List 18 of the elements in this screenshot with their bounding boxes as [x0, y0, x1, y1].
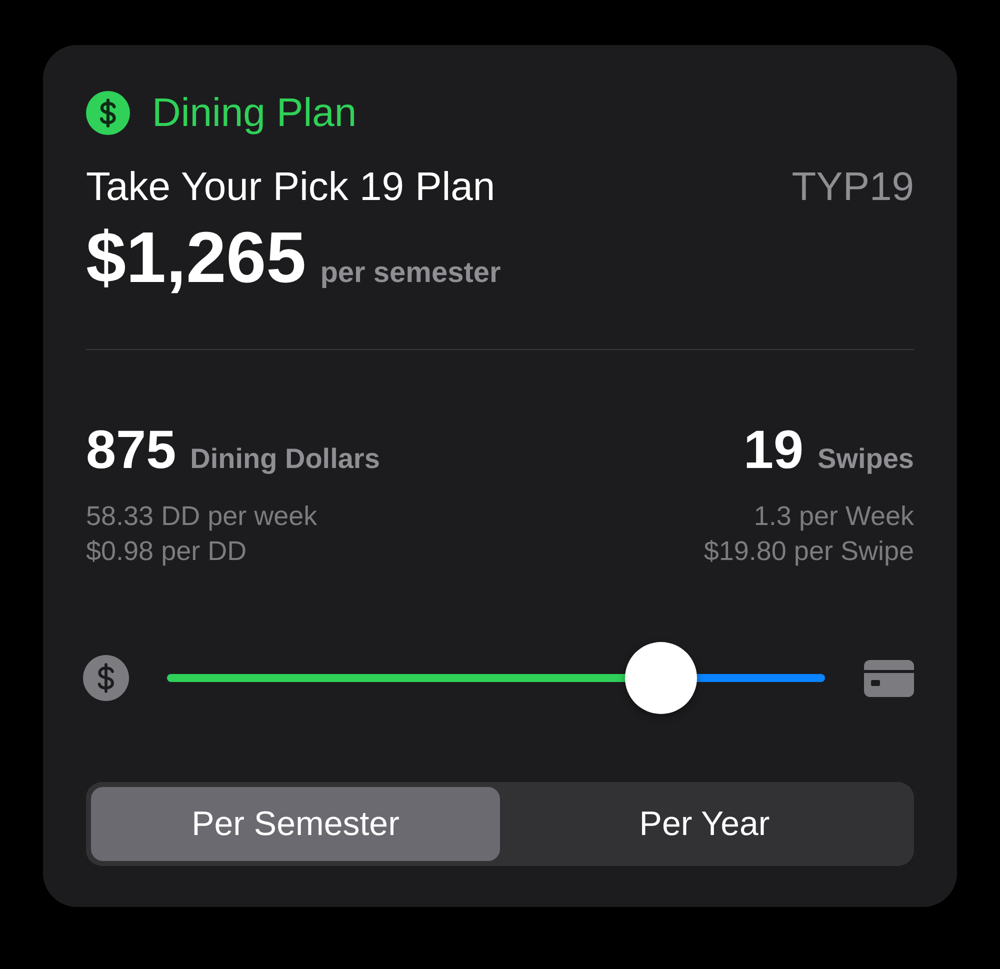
price-unit: per semester	[320, 257, 501, 290]
credit-card-icon	[864, 660, 914, 696]
plan-name: Take Your Pick 19 Plan	[86, 164, 496, 210]
stat-unit: Swipes	[818, 443, 914, 475]
stat-detail: 58.33 DD per week	[86, 500, 318, 533]
period-tab[interactable]: Per Year	[500, 787, 909, 861]
plan-code: TYP19	[792, 164, 914, 210]
stat-detail: $19.80 per Swipe	[704, 535, 914, 568]
stat-value: 875	[86, 420, 176, 480]
plan-price: $1,265	[86, 218, 306, 298]
stat-unit: Dining Dollars	[190, 443, 380, 475]
period-tab[interactable]: Per Semester	[91, 787, 500, 861]
stat-value: 19	[743, 420, 804, 480]
dollar-icon	[86, 91, 130, 135]
section-title: Dining Plan	[152, 90, 357, 136]
stat-detail: 1.3 per Week	[754, 500, 914, 533]
stat-detail: $0.98 per DD	[86, 535, 247, 568]
dollar-icon	[83, 655, 129, 701]
